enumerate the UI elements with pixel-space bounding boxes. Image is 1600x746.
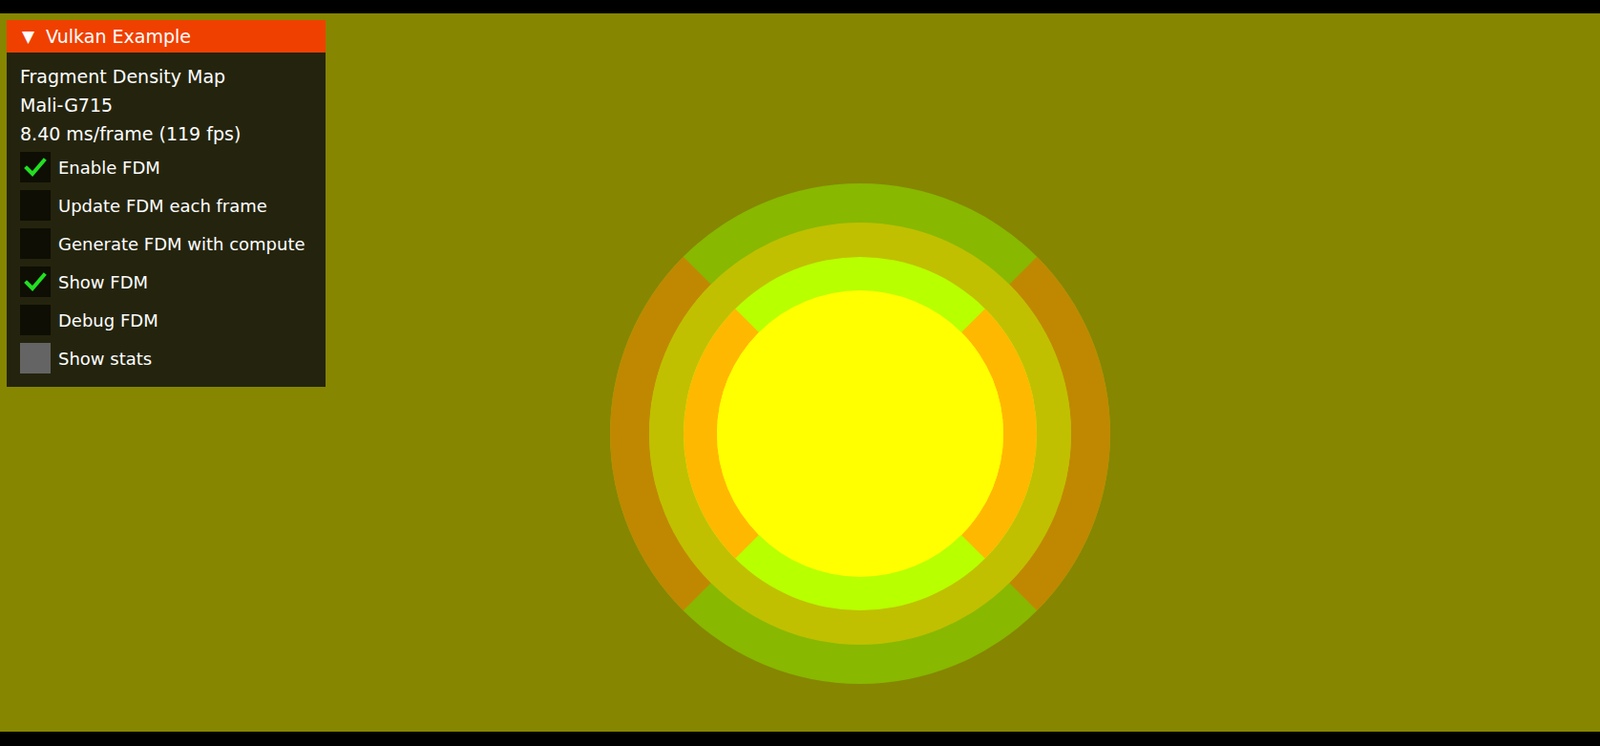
- check-icon: [23, 270, 47, 294]
- checkbox[interactable]: [20, 228, 51, 259]
- info-line: 8.40 ms/frame (119 fps): [20, 119, 316, 148]
- ring-disc: [716, 290, 1004, 577]
- checkbox[interactable]: [20, 151, 51, 183]
- check-icon: [23, 155, 47, 179]
- checkbox-row[interactable]: Debug FDM: [20, 300, 316, 339]
- checkbox[interactable]: [20, 342, 51, 374]
- screen: ▼ Vulkan Example Fragment Density MapMal…: [0, 0, 1600, 746]
- info-line: Fragment Density Map: [20, 62, 316, 91]
- checkbox-label: Update FDM each frame: [58, 195, 268, 216]
- ring-side: [860, 332, 1004, 535]
- overlay-panel: ▼ Vulkan Example Fragment Density MapMal…: [6, 20, 326, 387]
- density-ring: [683, 256, 1037, 611]
- checkbox-row[interactable]: Show stats: [20, 338, 316, 378]
- ring-side: [716, 332, 861, 535]
- top-bar: [0, 0, 1600, 14]
- density-ring: [649, 222, 1072, 645]
- checkbox-label: Show stats: [58, 348, 152, 369]
- checkbox-label: Show FDM: [58, 272, 148, 293]
- checkbox-row[interactable]: Show FDM: [20, 262, 316, 301]
- checkbox-label: Generate FDM with compute: [58, 233, 306, 254]
- checkbox-row[interactable]: Generate FDM with compute: [20, 224, 316, 263]
- panel-title: Vulkan Example: [45, 25, 191, 47]
- checkbox[interactable]: [20, 189, 51, 221]
- checkbox-label: Debug FDM: [58, 310, 159, 331]
- panel-header[interactable]: ▼ Vulkan Example: [6, 20, 326, 53]
- ring-disc: [649, 222, 1072, 645]
- render-viewport: ▼ Vulkan Example Fragment Density MapMal…: [0, 13, 1600, 732]
- ring-disc: [610, 183, 1111, 684]
- collapse-icon[interactable]: ▼: [21, 26, 35, 46]
- density-ring: [610, 183, 1111, 684]
- checkbox-row[interactable]: Enable FDM: [20, 147, 316, 187]
- density-ring: [716, 290, 1004, 577]
- checkbox-row[interactable]: Update FDM each frame: [20, 186, 316, 225]
- ring-disc: [683, 256, 1037, 611]
- info-line: Mali-G715: [20, 90, 316, 120]
- checkbox[interactable]: [20, 304, 51, 336]
- checkbox-label: Enable FDM: [58, 157, 161, 178]
- checkbox[interactable]: [20, 266, 51, 297]
- panel-body: Fragment Density MapMali-G7158.40 ms/fra…: [6, 52, 326, 387]
- bottom-bar: [0, 731, 1600, 746]
